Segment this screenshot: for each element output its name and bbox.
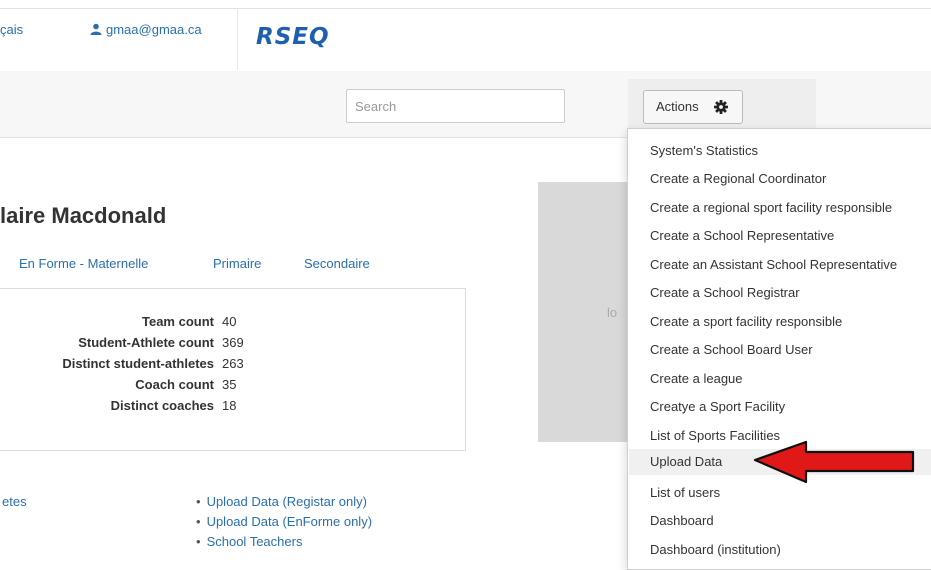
- link-label: School Teachers: [206, 534, 303, 549]
- side-panel-text: lo: [607, 305, 618, 320]
- distinct-coaches-label: Distinct coaches: [110, 398, 214, 413]
- student-athlete-count-value: 369: [222, 335, 244, 350]
- user-icon: [90, 23, 102, 35]
- distinct-student-athletes-value: 263: [222, 356, 244, 371]
- search-input[interactable]: [346, 89, 565, 123]
- link-upload-data-registrar[interactable]: • Upload Data (Registar only): [196, 494, 367, 509]
- tab-primaire[interactable]: Primaire: [213, 256, 261, 271]
- top-header: [0, 8, 931, 72]
- rseq-logo[interactable]: RSEQ: [256, 24, 330, 50]
- student-athlete-count-label: Student-Athlete count: [78, 335, 214, 350]
- link-upload-data-enforme[interactable]: • Upload Data (EnForme only): [196, 514, 372, 529]
- stats-panel: Team count 40 Student-Athlete count 369 …: [0, 288, 466, 451]
- language-link[interactable]: çais: [0, 22, 23, 37]
- menu-item-dashboard-institution[interactable]: Dashboard (institution): [650, 542, 781, 557]
- actions-dropdown-menu: System's Statistics Create a Regional Co…: [627, 128, 931, 570]
- menu-item-create-school-registrar[interactable]: Create a School Registrar: [650, 285, 800, 300]
- menu-item-create-school-representative[interactable]: Create a School Representative: [650, 228, 834, 243]
- menu-item-dashboard[interactable]: Dashboard: [650, 513, 714, 528]
- user-email: gmaa@gmaa.ca: [106, 22, 202, 37]
- coach-count-label: Coach count: [135, 377, 214, 392]
- menu-item-create-sport-facility-responsible[interactable]: Create a sport facility responsible: [650, 314, 842, 329]
- menu-item-create-assistant-school-representative[interactable]: Create an Assistant School Representativ…: [650, 257, 897, 272]
- link-label: Upload Data (EnForme only): [206, 514, 373, 529]
- coach-count-value: 35: [222, 377, 237, 392]
- team-count-value: 40: [222, 314, 237, 329]
- menu-item-create-regional-coordinator[interactable]: Create a Regional Coordinator: [650, 171, 826, 186]
- tab-secondaire[interactable]: Secondaire: [304, 256, 370, 271]
- link-label: Upload Data (Registar only): [206, 494, 367, 509]
- menu-item-create-school-board-user[interactable]: Create a School Board User: [650, 342, 813, 357]
- distinct-student-athletes-label: Distinct student-athletes: [62, 356, 214, 371]
- menu-item-create-regional-sport-facility-responsible[interactable]: Create a regional sport facility respons…: [650, 200, 892, 215]
- menu-item-create-league[interactable]: Create a league: [650, 371, 743, 386]
- header-divider: [237, 8, 238, 70]
- actions-button[interactable]: Actions: [643, 90, 743, 124]
- team-count-label: Team count: [142, 314, 214, 329]
- red-arrow-icon: [753, 441, 915, 484]
- menu-item-systems-statistics[interactable]: System's Statistics: [650, 143, 758, 158]
- user-account-link[interactable]: gmaa@gmaa.ca: [90, 22, 202, 37]
- gear-icon: [714, 100, 728, 114]
- menu-item-create-sport-facility[interactable]: Creatye a Sport Facility: [650, 399, 785, 414]
- link-school-teachers[interactable]: • School Teachers: [196, 534, 302, 549]
- actions-label: Actions: [656, 99, 699, 114]
- tab-en-forme-maternelle[interactable]: En Forme - Maternelle: [19, 256, 148, 271]
- page-title: laire Macdonald: [0, 203, 167, 228]
- distinct-coaches-value: 18: [222, 398, 237, 413]
- menu-item-list-of-users[interactable]: List of users: [650, 485, 720, 500]
- athletes-link[interactable]: etes: [2, 494, 27, 509]
